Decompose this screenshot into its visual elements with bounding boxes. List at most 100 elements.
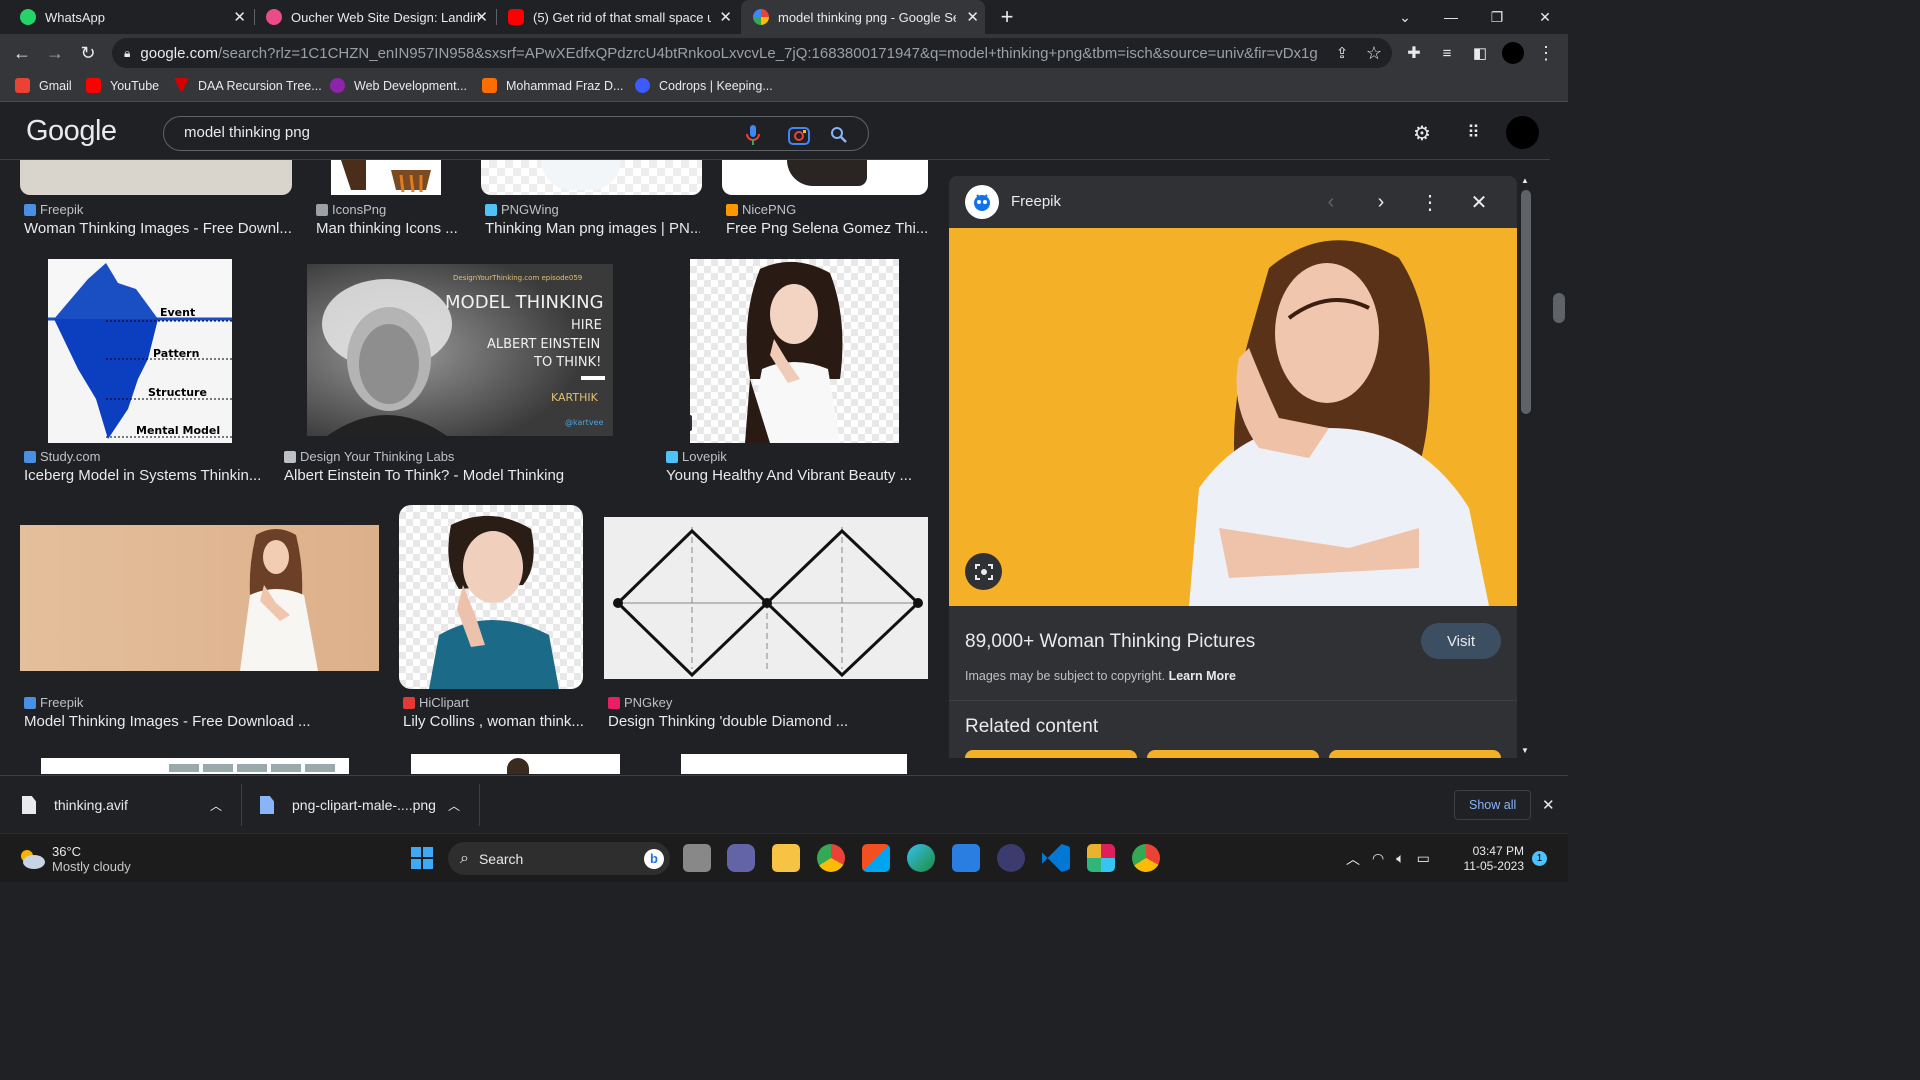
- tab-dribbble[interactable]: Oucher Web Site Design: Landing ✕: [256, 0, 494, 34]
- minimize-button[interactable]: —: [1428, 0, 1474, 34]
- chevron-up-icon[interactable]: ︿: [210, 797, 222, 814]
- result-title[interactable]: Design Thinking 'double Diamond ...: [608, 713, 918, 730]
- bookmark-daa[interactable]: DAA Recursion Tree...: [174, 78, 322, 93]
- bookmark-codrops[interactable]: Codrops | Keeping...: [635, 78, 773, 93]
- previous-icon[interactable]: ‹: [1317, 189, 1345, 215]
- close-tab-icon[interactable]: ✕: [966, 8, 979, 26]
- account-avatar[interactable]: [1506, 116, 1539, 149]
- bookmark-youtube[interactable]: YouTube: [86, 78, 159, 93]
- result-title[interactable]: Albert Einstein To Think? - Model Thinki…: [284, 467, 584, 484]
- tab-youtube[interactable]: (5) Get rid of that small space under ✕: [498, 0, 738, 34]
- chevron-up-icon[interactable]: ︿: [1346, 849, 1360, 869]
- clock[interactable]: 03:47 PM 11-05-2023: [1460, 834, 1525, 883]
- menu-kebab-icon[interactable]: ⋮: [1533, 40, 1559, 66]
- forward-icon[interactable]: →: [42, 40, 68, 66]
- related-thumb[interactable]: [965, 750, 1137, 758]
- tab-search-chevron-icon[interactable]: ⌄: [1382, 0, 1428, 34]
- freepik-logo-icon[interactable]: [965, 185, 999, 219]
- extensions-icon[interactable]: ✚: [1401, 40, 1427, 66]
- result-title[interactable]: Free Png Selena Gomez Thi...: [726, 220, 931, 237]
- bookmark-star-icon[interactable]: ☆: [1361, 40, 1387, 66]
- profile-avatar[interactable]: [1500, 40, 1526, 66]
- system-tray[interactable]: ︿ ◠ 🔈︎ ▭: [1346, 834, 1430, 883]
- teams-chat-icon[interactable]: [727, 844, 755, 872]
- result-image[interactable]: [41, 758, 349, 774]
- store-icon[interactable]: [862, 844, 890, 872]
- result-image[interactable]: [481, 160, 702, 195]
- result-title[interactable]: Model Thinking Images - Free Download ..…: [24, 713, 374, 730]
- chrome-profile-icon[interactable]: [1132, 844, 1160, 872]
- search-box[interactable]: [163, 116, 869, 151]
- wifi-icon[interactable]: ◠: [1372, 850, 1384, 867]
- restore-button[interactable]: ❐: [1474, 0, 1520, 34]
- result-image[interactable]: [411, 754, 620, 774]
- close-tab-icon[interactable]: ✕: [475, 8, 488, 26]
- result-image[interactable]: [722, 160, 928, 195]
- battery-icon[interactable]: ▭: [1417, 850, 1430, 867]
- hiclipart-image[interactable]: [399, 505, 583, 689]
- preview-image[interactable]: [949, 228, 1517, 606]
- taskbar-search[interactable]: ⌕ Search b: [448, 842, 670, 875]
- result-title[interactable]: Thinking Man png images | PN...: [485, 220, 700, 237]
- bookmark-fraz[interactable]: Mohammad Fraz D...: [482, 78, 623, 93]
- media-control-icon[interactable]: ≡: [1434, 40, 1460, 66]
- lens-visual-search-icon[interactable]: [965, 553, 1002, 590]
- einstein-image[interactable]: DesignYourThinking.com episode059 MODEL …: [307, 264, 613, 436]
- result-image[interactable]: [20, 160, 292, 195]
- related-thumb[interactable]: [1329, 750, 1501, 758]
- new-tab-button[interactable]: +: [990, 0, 1024, 34]
- download-item[interactable]: png-clipart-male-....png ︿: [260, 776, 470, 834]
- close-tab-icon[interactable]: ✕: [233, 8, 246, 26]
- start-windows-icon[interactable]: [408, 844, 436, 872]
- result-image[interactable]: [331, 160, 441, 195]
- panel-scrollbar[interactable]: ▲ ▼: [1519, 176, 1533, 758]
- task-view-icon[interactable]: [683, 844, 711, 872]
- vscode-icon[interactable]: [1042, 844, 1070, 872]
- next-icon[interactable]: ›: [1367, 189, 1395, 215]
- share-icon[interactable]: ⇪: [1329, 40, 1355, 66]
- close-tab-icon[interactable]: ✕: [719, 8, 732, 26]
- visit-button[interactable]: Visit: [1421, 623, 1501, 659]
- freepik-woman-image[interactable]: [20, 525, 379, 671]
- result-title[interactable]: Young Healthy And Vibrant Beauty ...: [666, 467, 926, 484]
- close-window-button[interactable]: ✕: [1522, 0, 1568, 34]
- settings-gear-icon[interactable]: ⚙: [1409, 120, 1435, 146]
- result-title[interactable]: Woman Thinking Images - Free Downl...: [24, 220, 294, 237]
- mail-icon[interactable]: [952, 844, 980, 872]
- double-diamond-image[interactable]: [604, 517, 928, 679]
- tab-google-search[interactable]: model thinking png - Google Search ✕: [741, 0, 985, 34]
- address-bar[interactable]: 🔒︎ google.com /search?rlz=1C1CHZN_enIN95…: [112, 38, 1392, 68]
- iceberg-image[interactable]: Event Pattern Structure Mental Model: [48, 259, 232, 443]
- chevron-up-icon[interactable]: ︿: [448, 797, 460, 814]
- download-item[interactable]: thinking.avif ︿: [22, 776, 232, 834]
- result-title[interactable]: Iceberg Model in Systems Thinkin...: [24, 467, 264, 484]
- result-title[interactable]: Man thinking Icons ...: [316, 220, 466, 237]
- lovepik-image[interactable]: ▣: [690, 259, 899, 443]
- page-scrollbar[interactable]: [1550, 105, 1568, 775]
- learn-more-link[interactable]: Learn More: [1169, 669, 1236, 683]
- eclipse-icon[interactable]: [997, 844, 1025, 872]
- tab-whatsapp[interactable]: WhatsApp ✕: [0, 0, 252, 34]
- close-download-bar-icon[interactable]: ✕: [1542, 776, 1555, 834]
- panel-title[interactable]: 89,000+ Woman Thinking Pictures: [965, 631, 1255, 653]
- google-logo[interactable]: Google: [26, 115, 117, 148]
- bing-icon[interactable]: b: [644, 848, 664, 869]
- related-thumb[interactable]: [1147, 750, 1319, 758]
- search-input[interactable]: [184, 124, 724, 141]
- file-explorer-icon[interactable]: [772, 844, 800, 872]
- side-panel-icon[interactable]: ◧: [1467, 40, 1493, 66]
- slack-icon[interactable]: [1087, 844, 1115, 872]
- show-all-button[interactable]: Show all: [1454, 790, 1532, 820]
- bookmark-webdev[interactable]: Web Development...: [330, 78, 467, 93]
- voice-search-icon[interactable]: [742, 124, 764, 146]
- more-options-icon[interactable]: ⋮: [1416, 189, 1444, 215]
- bookmark-gmail[interactable]: Gmail: [15, 78, 72, 93]
- lens-search-icon[interactable]: [788, 124, 810, 146]
- lock-icon[interactable]: 🔒︎: [124, 46, 130, 61]
- panel-source[interactable]: Freepik: [1011, 193, 1061, 210]
- edge-icon[interactable]: [907, 844, 935, 872]
- search-icon[interactable]: [828, 124, 850, 146]
- back-icon[interactable]: ←: [9, 40, 35, 66]
- result-title[interactable]: Lily Collins , woman think...: [403, 713, 583, 730]
- weather-widget[interactable]: 36°C Mostly cloudy: [18, 834, 131, 883]
